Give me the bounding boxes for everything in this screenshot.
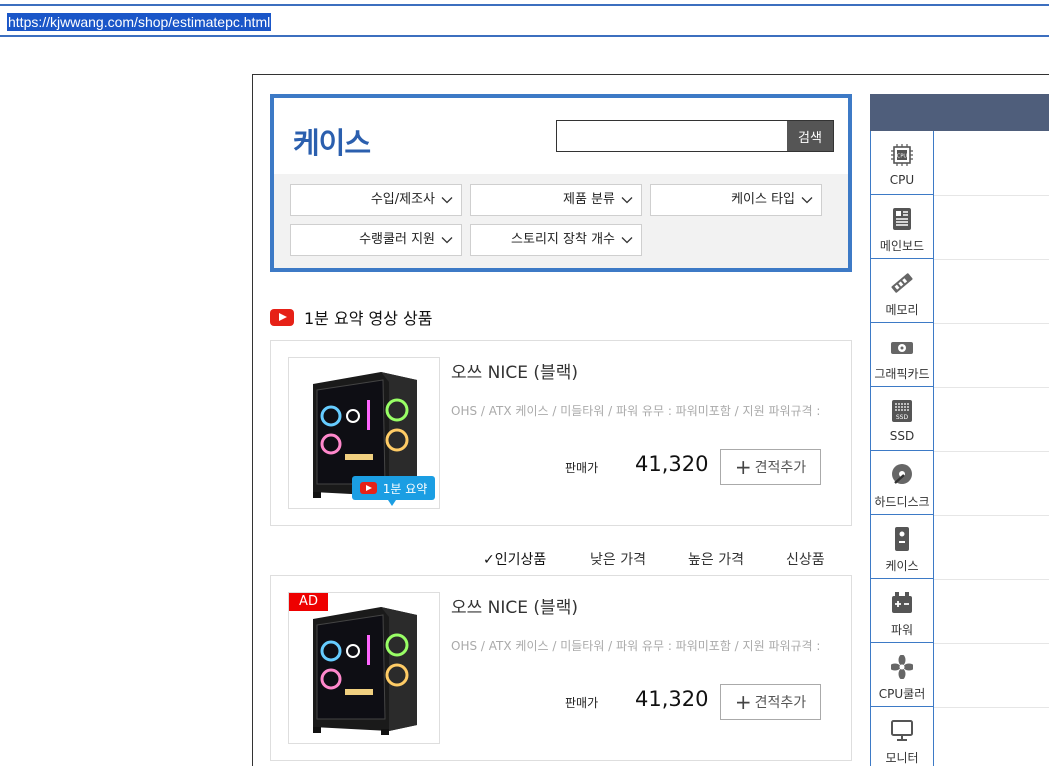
youtube-icon <box>359 482 377 494</box>
ssd-icon: SSD <box>892 400 912 422</box>
filter-case-type[interactable]: 케이스 타입 <box>650 184 822 216</box>
ad-badge: AD <box>289 593 328 611</box>
video-section-title: 1분 요약 영상 상품 <box>270 305 432 329</box>
add-to-estimate-button[interactable]: + 견적추가 <box>720 684 821 720</box>
pc-case-image <box>313 607 417 735</box>
filter-label: 스토리지 장착 개수 <box>511 232 615 247</box>
filter-label: 수랭쿨러 지원 <box>359 232 435 247</box>
sort-new[interactable]: 신상품 <box>786 549 825 569</box>
sidebar-item-case[interactable]: 케이스 <box>871 515 933 579</box>
category-header: 케이스 검색 <box>274 98 848 174</box>
product-image[interactable]: AD <box>288 592 440 744</box>
sidebar-item-label: 케이스 <box>885 559 919 573</box>
filter-label: 수입/제조사 <box>370 192 435 207</box>
search-button[interactable]: 검색 <box>787 121 833 151</box>
url-text[interactable]: https://kjwwang.com/shop/estimatepc.html <box>7 13 272 31</box>
sidebar-item-label: 모니터 <box>885 751 919 765</box>
chevron-down-icon <box>441 197 453 204</box>
address-bar[interactable]: https://kjwwang.com/shop/estimatepc.html <box>0 4 1049 37</box>
svg-text:SSD: SSD <box>896 414 909 421</box>
power-supply-icon <box>892 592 912 613</box>
component-sidebar: CPU CPU 메인보드 메모리 그래픽카드 SSD SSD 하드디스크 케이스… <box>870 131 934 766</box>
row-divider <box>934 579 1049 580</box>
row-divider <box>934 387 1049 388</box>
check-icon: ✓ <box>483 552 495 568</box>
product-card: AD 오쓰 NICE (블랙) OHS / ATX 케이스 / 미들타워 / 파… <box>270 575 852 761</box>
sidebar-item-graphics-card[interactable]: 그래픽카드 <box>871 323 933 387</box>
graphics-card-icon <box>891 342 913 354</box>
row-divider <box>934 195 1049 196</box>
sidebar-item-label: SSD <box>889 429 915 443</box>
sidebar-item-label: CPU쿨러 <box>878 687 926 701</box>
youtube-icon <box>270 308 294 326</box>
sort-popular[interactable]: ✓인기상품 <box>483 549 546 569</box>
sidebar-item-ssd[interactable]: SSD SSD <box>871 387 933 451</box>
sort-bar: ✓인기상품 낮은 가격 높은 가격 신상품 <box>480 549 840 571</box>
video-summary-badge[interactable]: 1분 요약 <box>352 476 435 506</box>
filter-storage-count[interactable]: 스토리지 장착 개수 <box>470 224 642 256</box>
sidebar-item-label: 그래픽카드 <box>874 367 930 381</box>
product-name[interactable]: 오쓰 NICE (블랙) <box>451 358 578 383</box>
category-filter-box: 케이스 검색 수입/제조사 제품 분류 케이스 타입 수랭쿨러 지원 스토리지 … <box>270 94 852 272</box>
sidebar-item-monitor[interactable]: 모니터 <box>871 707 933 766</box>
sidebar-item-power[interactable]: 파워 <box>871 579 933 643</box>
chevron-down-icon <box>621 197 633 204</box>
cpu-icon: CPU <box>891 144 913 166</box>
search-input[interactable] <box>557 121 787 151</box>
sidebar-item-label: 하드디스크 <box>874 495 930 509</box>
price-label: 판매가 <box>565 696 599 710</box>
mainboard-icon <box>893 208 911 230</box>
product-image[interactable]: 1분 요약 <box>288 357 440 509</box>
memory-icon <box>891 273 913 293</box>
product-spec: OHS / ATX 케이스 / 미들타워 / 파워 유무 : 파워미포함 / 지… <box>451 404 821 418</box>
sidebar-item-label: 메인보드 <box>879 239 925 253</box>
price-label: 판매가 <box>565 461 599 475</box>
add-to-estimate-button[interactable]: + 견적추가 <box>720 449 821 485</box>
add-label: 견적추가 <box>754 695 807 711</box>
filter-water-cooler[interactable]: 수랭쿨러 지원 <box>290 224 462 256</box>
sidebar-item-memory[interactable]: 메모리 <box>871 259 933 323</box>
hard-disk-icon <box>892 464 912 484</box>
product-price: 41,320 <box>635 687 709 711</box>
sidebar-item-mainboard[interactable]: 메인보드 <box>871 195 933 259</box>
plus-icon: + <box>734 690 752 714</box>
row-divider <box>934 707 1049 708</box>
svg-text:CPU: CPU <box>897 154 908 160</box>
category-title: 케이스 <box>293 126 371 160</box>
product-spec: OHS / ATX 케이스 / 미들타워 / 파워 유무 : 파워미포함 / 지… <box>451 639 821 653</box>
sidebar-header <box>870 94 1049 131</box>
row-divider <box>934 515 1049 516</box>
chevron-down-icon <box>801 197 813 204</box>
filter-label: 제품 분류 <box>563 192 615 207</box>
filter-manufacturer[interactable]: 수입/제조사 <box>290 184 462 216</box>
row-divider <box>934 323 1049 324</box>
plus-icon: + <box>734 455 752 479</box>
sidebar-item-cpu[interactable]: CPU CPU <box>871 131 933 195</box>
search-box: 검색 <box>556 120 834 152</box>
cpu-cooler-icon <box>891 655 913 679</box>
row-divider <box>934 643 1049 644</box>
sidebar-item-cpu-cooler[interactable]: CPU쿨러 <box>871 643 933 707</box>
case-icon <box>895 527 909 551</box>
chevron-down-icon <box>621 237 633 244</box>
filter-product-type[interactable]: 제품 분류 <box>470 184 642 216</box>
sort-high-price[interactable]: 높은 가격 <box>688 549 744 569</box>
add-label: 견적추가 <box>754 460 807 476</box>
row-divider <box>934 451 1049 452</box>
monitor-icon <box>891 720 913 741</box>
sidebar-item-label: 파워 <box>890 623 914 637</box>
sidebar-item-label: 메모리 <box>885 303 919 317</box>
sidebar-item-hard-disk[interactable]: 하드디스크 <box>871 451 933 515</box>
chevron-down-icon <box>441 237 453 244</box>
filter-label: 케이스 타입 <box>731 192 795 207</box>
product-name[interactable]: 오쓰 NICE (블랙) <box>451 593 578 618</box>
product-card: 1분 요약 오쓰 NICE (블랙) OHS / ATX 케이스 / 미들타워 … <box>270 340 852 526</box>
product-price: 41,320 <box>635 452 709 476</box>
video-section-label: 1분 요약 영상 상품 <box>304 309 433 328</box>
row-divider <box>934 259 1049 260</box>
sort-low-price[interactable]: 낮은 가격 <box>590 549 646 569</box>
sidebar-item-label: CPU <box>889 173 915 187</box>
badge-label: 1분 요약 <box>382 481 428 496</box>
